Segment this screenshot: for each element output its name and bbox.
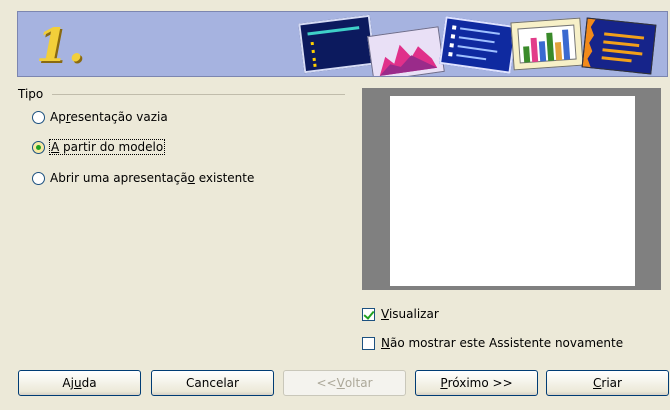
- cancel-button[interactable]: Cancelar: [151, 370, 274, 396]
- step-number: 1.: [36, 18, 85, 72]
- checkbox-visualizar[interactable]: Visualizar: [362, 307, 439, 321]
- tipo-group-divider: [52, 94, 345, 95]
- slide-thumbnail-dark-icon: [298, 14, 376, 74]
- tipo-group-label: Tipo: [18, 87, 44, 101]
- slide-thumbnail-bar-chart-icon: [510, 17, 584, 71]
- radio-label: Abrir uma apresentação existente: [50, 171, 255, 185]
- checkbox[interactable]: [362, 307, 375, 321]
- preview-slide: [390, 96, 635, 286]
- slide-thumbnail-bullets-icon: [439, 16, 517, 74]
- radio-abrir-apresentacao-existente[interactable]: Abrir uma apresentação existente: [32, 171, 254, 185]
- checkbox-label: Visualizar: [381, 307, 439, 321]
- radio-label: A partir do modelo: [48, 139, 166, 155]
- wizard-banner: 1.: [17, 11, 668, 77]
- radio-button[interactable]: [32, 110, 45, 124]
- slide-thumbnail-area-chart-icon: [367, 26, 445, 76]
- radio-button[interactable]: [32, 171, 45, 185]
- checkbox-nao-mostrar-assistente[interactable]: Não mostrar este Assistente novamente: [362, 336, 623, 350]
- back-button[interactable]: << Voltar: [283, 370, 406, 396]
- preview-area: [362, 88, 661, 290]
- radio-button[interactable]: [32, 140, 45, 154]
- radio-apresentacao-vazia[interactable]: Apresentação vazia: [32, 110, 168, 124]
- checkbox[interactable]: [362, 336, 375, 350]
- help-button[interactable]: Aj u da: [18, 370, 141, 396]
- next-button[interactable]: Próximo >>: [415, 370, 538, 396]
- slide-thumbnail-orange-lines-icon: [581, 17, 657, 75]
- radio-label: Apresentação vazia: [50, 110, 168, 124]
- checkbox-label: Não mostrar este Assistente novamente: [381, 336, 624, 350]
- create-button[interactable]: Criar: [546, 370, 669, 396]
- radio-a-partir-do-modelo[interactable]: A partir do modelo: [32, 139, 166, 155]
